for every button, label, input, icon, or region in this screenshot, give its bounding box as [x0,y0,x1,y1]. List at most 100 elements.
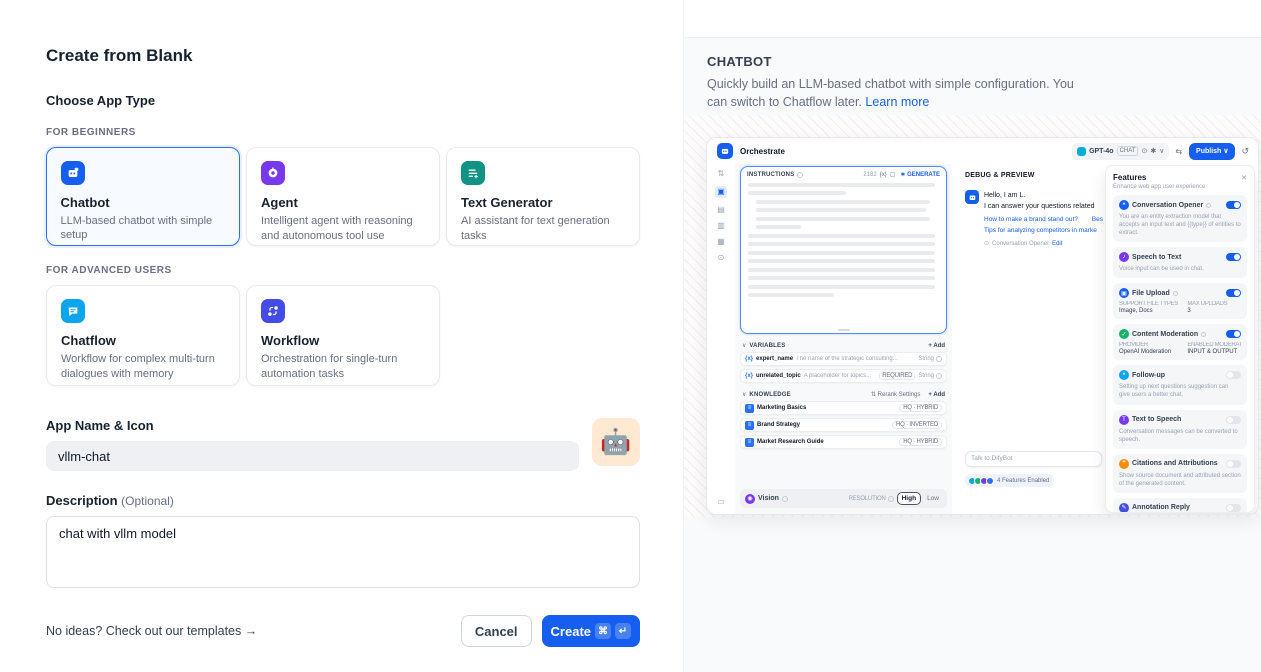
modal-title: Create from Blank [46,0,640,66]
cancel-button[interactable]: Cancel [461,615,532,647]
chevron-down-icon[interactable]: ∨ [742,391,746,398]
variable-brace-icon[interactable]: {x} [880,172,887,178]
description-optional-label: (Optional) [121,494,174,508]
app-type-name: Text Generator [461,195,625,210]
feature-toggle[interactable] [1226,504,1241,512]
variable-row[interactable]: {x} unrelated_topic A placeholder for to… [740,369,947,383]
app-type-name: Chatbot [61,195,226,210]
feature-item: ✓ Content Moderation PROVIDEROpenAI Mode… [1113,324,1247,360]
feature-item: ▣ File Upload SUPPORT FILE TYPESImage, D… [1113,283,1247,319]
create-button[interactable]: Create ⌘ ↵ [542,615,640,647]
doc-icon[interactable]: ▦ [717,238,725,246]
app-type-card-text-generator[interactable]: Text Generator AI assistant for text gen… [446,147,640,246]
variable-name: unrelated_topic [756,373,801,379]
description-textarea[interactable]: chat with vllm model [46,516,640,588]
greeting-line: Hello, I am L. [984,191,1103,202]
orchestrate-screenshot: Orchestrate GPT-4o CHAT ⊙ ✱ ∨ ⇆ Publish … [706,137,1259,515]
close-icon[interactable]: ✕ [1241,174,1247,182]
variables-label: VARIABLES [749,343,785,349]
edit-opener-link[interactable]: Edit [1052,241,1062,247]
variable-row[interactable]: {x} expert_name The name of the strategi… [740,352,947,366]
resize-handle[interactable] [838,329,850,331]
info-icon [797,172,803,178]
suggested-question[interactable]: Tips for analyzing competitors in marke [984,227,1097,234]
skeleton-line [756,225,801,229]
feature-item: ❝ Follow-up Setting up next questions su… [1113,365,1247,404]
chat-input[interactable]: Talk to DifyBot [965,451,1102,467]
feature-toggle[interactable] [1226,201,1241,209]
history-icon[interactable]: ↺ [1241,146,1249,157]
knowledge-row[interactable]: ≡ Marketing Basics HQ · HYBRID [740,401,947,415]
model-provider-icon [1077,147,1086,156]
app-name-input[interactable] [46,441,579,471]
variable-type: String [918,356,942,362]
dataset-icon: ≡ [745,404,754,413]
app-type-card-agent[interactable]: Agent Intelligent agent with reasoning a… [246,147,440,246]
feature-toggle[interactable] [1226,330,1241,338]
list-icon[interactable]: ▥ [717,222,725,230]
orchestrate-tab-icon[interactable]: ▣ [715,186,727,198]
templates-link[interactable]: No ideas? Check out our templates → [46,624,257,638]
feature-item: T Text to Speech Conversation messages c… [1113,410,1247,449]
features-enabled-pill[interactable]: 4 Features Enabled [965,474,1054,487]
app-type-card-workflow[interactable]: Workflow Orchestration for single-turn a… [246,285,440,386]
feature-toggle[interactable] [1226,416,1241,424]
app-icon-picker[interactable]: 🤖 [592,418,640,466]
knowledge-tag: HQ · INVERTED [892,421,942,429]
config-column: INSTRUCTIONS 2182 {x} ▢ ∗ GENERATE [735,164,952,514]
chevron-down-icon: ∨ [1223,147,1228,155]
opener-icon: ⊙ [984,240,989,247]
dataset-icon: ≡ [745,421,754,430]
generate-button[interactable]: ∗ GENERATE [900,171,940,178]
knowledge-row[interactable]: ≡ Market Research Guide HQ · HYBRID [740,435,947,449]
image-icon[interactable]: ▤ [717,206,725,214]
globe-icon[interactable]: ⊙ [718,254,725,262]
copy-icon[interactable]: ▢ [890,171,896,178]
resolution-low-button[interactable]: Low [924,495,942,502]
features-subtitle: Enhance web app user experience [1113,184,1247,190]
mic-icon: ⊙ [1141,147,1147,155]
suggested-question[interactable]: How to make a brand stand out? [984,216,1078,223]
skeleton-line [748,251,935,255]
rerank-settings-button[interactable]: ⇅ Rerank Settings [871,391,920,398]
app-avatar-icon [717,143,733,159]
publish-button[interactable]: Publish ∨ [1189,143,1235,160]
feature-toggle[interactable] [1226,289,1241,297]
greeting-line: I can answer your questions related [984,202,1103,213]
feature-item: ♪ Speech to Text Voice input can be used… [1113,247,1247,278]
panel-icon[interactable]: ▭ [717,498,725,506]
file-upload-icon: ▣ [1119,288,1129,298]
knowledge-row[interactable]: ≡ Brand Strategy HQ · INVERTED [740,418,947,432]
skeleton-line [756,200,930,204]
model-selector[interactable]: GPT-4o CHAT ⊙ ✱ ∨ [1072,143,1169,160]
feature-toggle[interactable] [1226,253,1241,261]
advanced-app-type-cards: Chatflow Workflow for complex multi-turn… [46,285,640,386]
required-badge: REQUIRED [879,372,915,380]
add-knowledge-button[interactable]: + Add [928,392,945,398]
learn-more-link[interactable]: Learn more [865,95,929,109]
variable-name: expert_name [756,356,793,362]
resolution-high-button[interactable]: High [897,492,921,505]
feature-toggle[interactable] [1226,460,1241,468]
feature-toggle[interactable] [1226,371,1241,379]
annotation-reply-icon: ✎ [1119,503,1129,513]
settings-icon: ✱ [1150,147,1156,155]
shot-title: Orchestrate [740,147,785,156]
for-advanced-users-label: FOR ADVANCED USERS [46,265,640,276]
skeleton-line [748,191,846,195]
knowledge-label: KNOWLEDGE [749,392,790,398]
app-type-card-chatflow[interactable]: Chatflow Workflow for complex multi-turn… [46,285,240,386]
model-config-icon[interactable]: ⇆ [1175,147,1182,156]
follow-up-icon: ❝ [1119,370,1129,380]
debug-preview-label: DEBUG & PREVIEW [965,172,1035,179]
chevron-down-icon[interactable]: ∨ [742,342,746,349]
add-variable-button[interactable]: + Add [928,343,945,349]
tune-icon[interactable]: ⇅ [718,170,725,178]
variable-desc: A placeholder for topics... [804,373,877,379]
variable-type: String [918,373,942,379]
suggested-question[interactable]: Bes [1092,216,1103,223]
feature-dot-icon [986,477,994,485]
app-type-desc: Workflow for complex multi-turn dialogue… [61,352,225,381]
app-type-card-chatbot[interactable]: Chatbot LLM-based chatbot with simple se… [46,147,240,246]
feature-item: ❝ Conversation Opener You are an entity … [1113,195,1247,242]
